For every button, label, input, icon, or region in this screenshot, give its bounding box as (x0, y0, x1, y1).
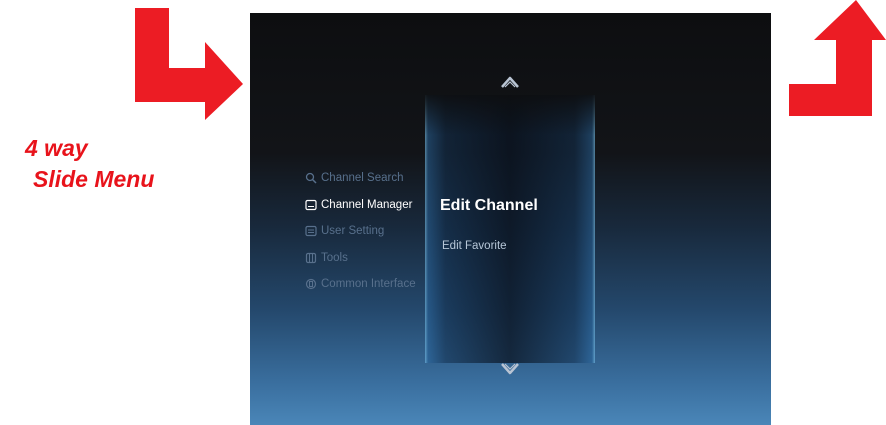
menu-item-label: Common Interface (321, 278, 416, 291)
menu-item-tools[interactable]: Tools (305, 245, 416, 272)
arrow-down-right-icon (135, 8, 245, 120)
submenu-title-edit-channel[interactable]: Edit Channel (440, 197, 538, 215)
magnifier-icon (305, 172, 317, 184)
menu-item-label: User Setting (321, 225, 385, 238)
main-menu: Channel Search Channel Manager User Sett… (305, 165, 416, 298)
chevron-up-icon[interactable] (496, 68, 524, 96)
menu-item-label: Channel Search (321, 172, 404, 185)
tv-screen: Channel Search Channel Manager User Sett… (250, 13, 771, 425)
chevron-down-icon[interactable] (496, 355, 524, 383)
menu-item-label: Channel Manager (321, 198, 413, 211)
menu-item-user-setting[interactable]: User Setting (305, 218, 416, 245)
common-interface-icon (305, 278, 317, 290)
caption-line-1: 4 way (25, 135, 88, 161)
menu-item-common-interface[interactable]: Common Interface (305, 271, 416, 298)
caption: 4 way Slide Menu (14, 133, 184, 195)
tools-icon (305, 252, 317, 264)
arrow-up-icon (784, 0, 886, 116)
menu-item-channel-manager[interactable]: Channel Manager (305, 192, 416, 219)
submenu-panel (425, 95, 595, 363)
menu-item-channel-search[interactable]: Channel Search (305, 165, 416, 192)
submenu-item-edit-favorite[interactable]: Edit Favorite (442, 240, 507, 252)
user-setting-icon (305, 225, 317, 237)
channel-manager-icon (305, 199, 317, 211)
menu-item-label: Tools (321, 251, 348, 264)
caption-line-2: Slide Menu (33, 166, 155, 192)
